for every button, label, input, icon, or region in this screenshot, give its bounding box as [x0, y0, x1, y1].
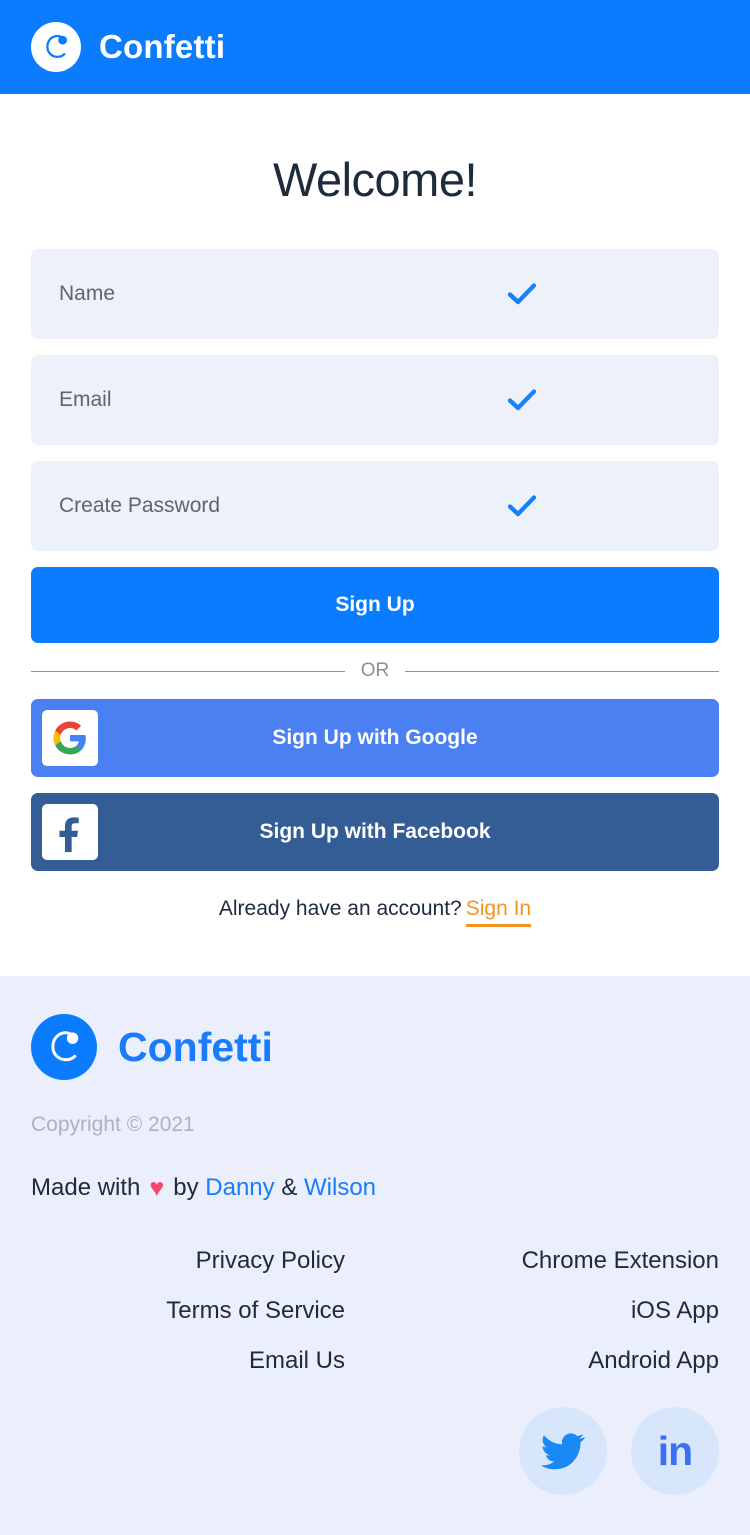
author-danny-link[interactable]: Danny	[205, 1174, 274, 1202]
email-field[interactable]: Email	[31, 355, 719, 445]
page-title: Welcome!	[272, 153, 478, 206]
confetti-logo-icon[interactable]	[31, 22, 81, 72]
or-label: OR	[360, 660, 390, 681]
check-icon	[507, 494, 537, 518]
heart-icon: ♥	[149, 1173, 165, 1202]
made-with-prefix: Made with	[31, 1174, 141, 1201]
check-icon	[507, 388, 537, 412]
footer-column-left: Privacy Policy Terms of Service Email Us	[31, 1249, 375, 1373]
footer-links: Privacy Policy Terms of Service Email Us…	[31, 1249, 719, 1373]
facebook-button-label: Sign Up with Facebook	[259, 820, 491, 843]
sign-up-google-button[interactable]: Sign Up with Google	[31, 699, 719, 777]
password-field[interactable]: Create Password	[31, 461, 719, 551]
sign-in-link[interactable]: Sign In	[465, 897, 532, 927]
twitter-icon	[541, 1432, 585, 1470]
divider-line-left	[31, 670, 345, 672]
confetti-logo-icon	[31, 1014, 97, 1080]
footer-link-android-app[interactable]: Android App	[588, 1349, 719, 1373]
or-divider: OR	[31, 660, 719, 682]
google-icon	[42, 710, 98, 766]
signup-main: Welcome! Name Email Create Password Sign…	[0, 152, 750, 927]
signin-prompt-text: Already have an account?	[218, 897, 462, 920]
divider-line-right	[405, 670, 719, 672]
signin-prompt-row: Already have an account? Sign In	[31, 897, 719, 927]
made-with-row: Made with ♥ by Danny & Wilson	[31, 1174, 719, 1202]
app-header: Confetti	[0, 0, 750, 94]
name-field[interactable]: Name	[31, 249, 719, 339]
author-wilson-link[interactable]: Wilson	[304, 1174, 376, 1202]
password-input-placeholder: Create Password	[59, 494, 221, 517]
footer-link-email-us[interactable]: Email Us	[249, 1349, 345, 1373]
footer-link-privacy-policy[interactable]: Privacy Policy	[196, 1249, 345, 1273]
author-separator: &	[281, 1174, 298, 1201]
brand-name: Confetti	[99, 28, 226, 65]
facebook-icon	[42, 804, 98, 860]
footer-link-chrome-extension[interactable]: Chrome Extension	[522, 1249, 719, 1273]
social-links-row: in	[31, 1407, 719, 1535]
name-input-placeholder: Name	[59, 282, 116, 305]
footer-brand-name: Confetti	[118, 1023, 273, 1070]
email-input-placeholder: Email	[59, 388, 112, 411]
page-footer: Confetti Copyright © 2021 Made with ♥ by…	[0, 976, 750, 1535]
sign-up-button[interactable]: Sign Up	[31, 567, 719, 643]
copyright-text: Copyright © 2021	[31, 1113, 195, 1136]
linkedin-link[interactable]: in	[631, 1407, 719, 1495]
check-icon	[507, 282, 537, 306]
footer-link-ios-app[interactable]: iOS App	[631, 1299, 719, 1323]
footer-brand[interactable]: Confetti	[31, 1014, 719, 1080]
sign-up-facebook-button[interactable]: Sign Up with Facebook	[31, 793, 719, 871]
made-with-by: by	[173, 1174, 199, 1201]
linkedin-icon: in	[657, 1427, 693, 1474]
google-button-label: Sign Up with Google	[272, 726, 478, 749]
footer-link-terms-of-service[interactable]: Terms of Service	[166, 1299, 345, 1323]
footer-column-right: Chrome Extension iOS App Android App	[375, 1249, 719, 1373]
twitter-link[interactable]	[519, 1407, 607, 1495]
